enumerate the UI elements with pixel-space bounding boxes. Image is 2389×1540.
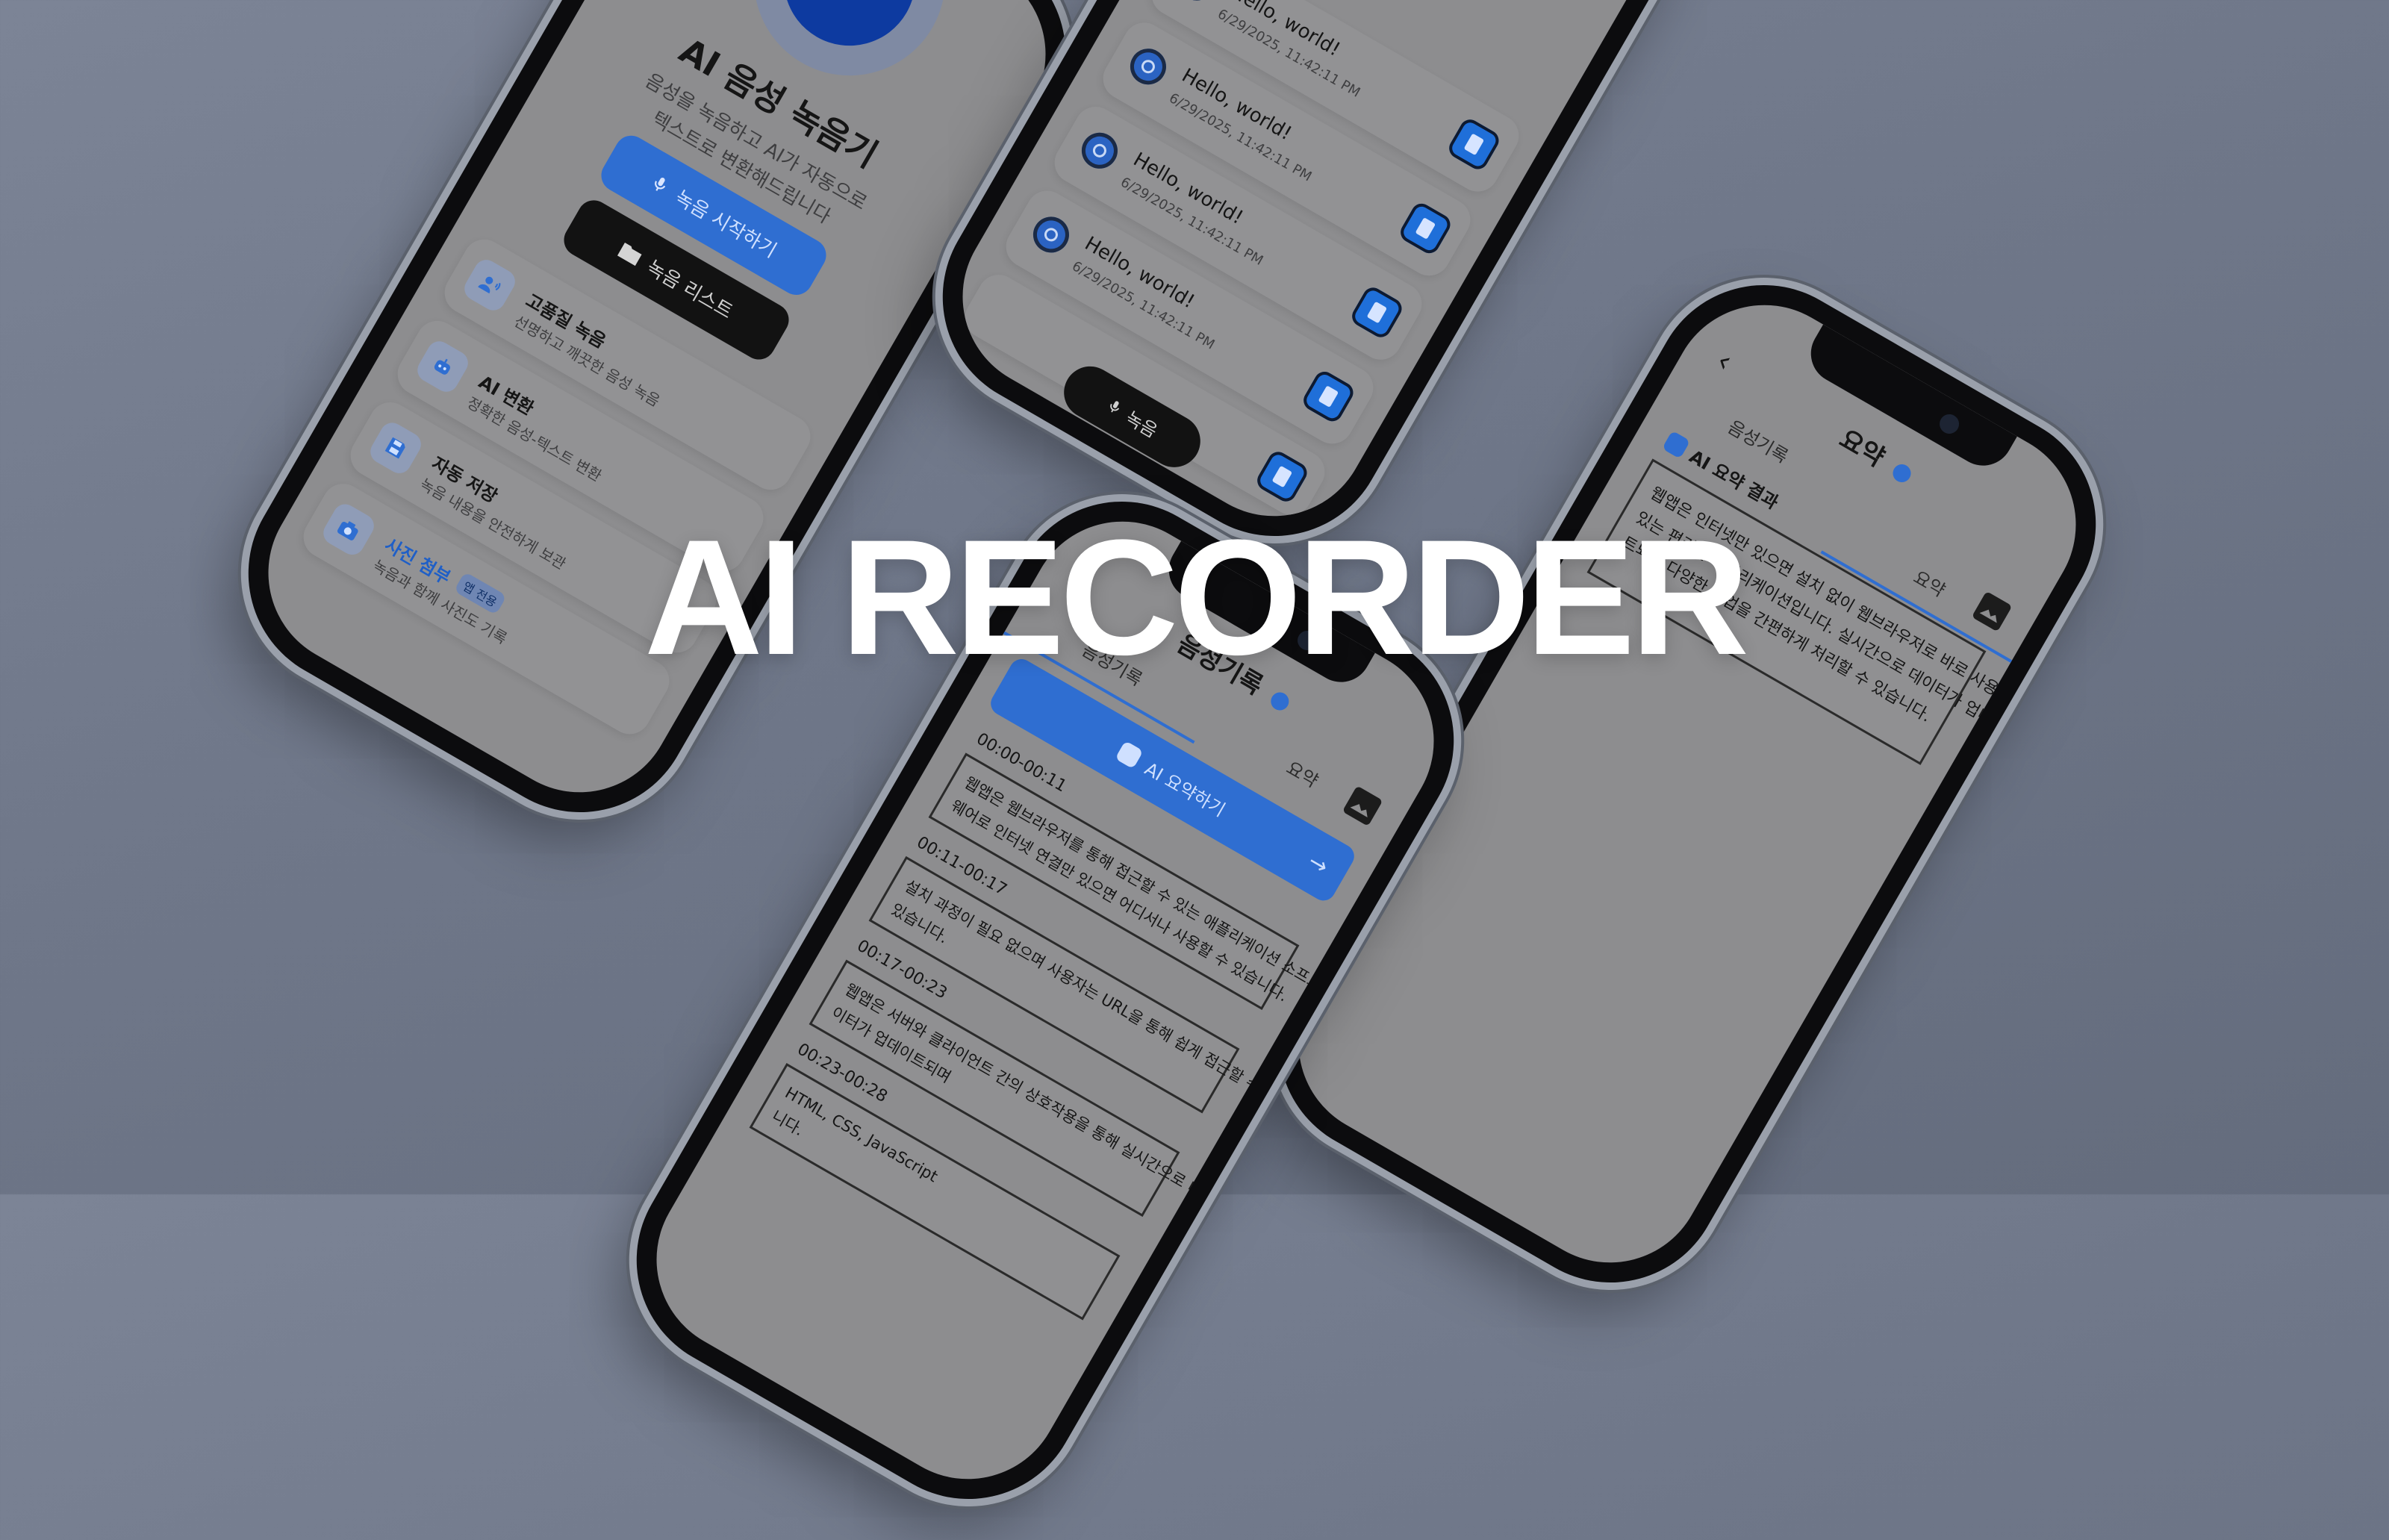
tab-label: 요약 xyxy=(1283,757,1321,791)
recording-list-label: 녹음 리스트 xyxy=(642,252,738,324)
ai-summary-label: AI 요약하기 xyxy=(1141,754,1231,821)
trash-icon xyxy=(1318,385,1339,408)
delete-button[interactable] xyxy=(1445,116,1502,172)
person-voice-icon xyxy=(460,255,519,314)
record-disc-icon xyxy=(1124,42,1173,91)
status-dot-icon xyxy=(1890,461,1915,485)
record-disc-icon xyxy=(1172,0,1221,7)
summary-title-text: 요약 xyxy=(1834,424,1890,473)
trash-icon xyxy=(1464,133,1485,155)
robot-icon xyxy=(1662,430,1690,458)
microphone-icon xyxy=(1103,396,1126,418)
delete-button[interactable] xyxy=(1300,368,1357,425)
microphone-icon xyxy=(647,171,673,198)
record-fab-label: 녹음 xyxy=(1121,403,1163,442)
folder-icon xyxy=(616,240,645,268)
delete-button[interactable] xyxy=(1397,200,1454,257)
trash-icon xyxy=(1415,217,1436,240)
save-icon xyxy=(366,419,425,478)
arrow-right-icon: → xyxy=(1303,848,1333,880)
status-dot-icon xyxy=(1268,689,1293,714)
robot-icon xyxy=(413,337,472,396)
trash-icon xyxy=(1272,466,1293,488)
tab-label: 음성기록 xyxy=(1724,417,1791,467)
delete-button[interactable] xyxy=(1253,448,1310,505)
record-disc-icon xyxy=(1027,211,1076,260)
trash-icon xyxy=(1367,302,1388,324)
robot-icon xyxy=(1115,741,1144,769)
record-disc-icon xyxy=(1075,126,1124,175)
hero-title: AI RECORDER xyxy=(0,515,2389,679)
delete-button[interactable] xyxy=(1348,284,1405,340)
